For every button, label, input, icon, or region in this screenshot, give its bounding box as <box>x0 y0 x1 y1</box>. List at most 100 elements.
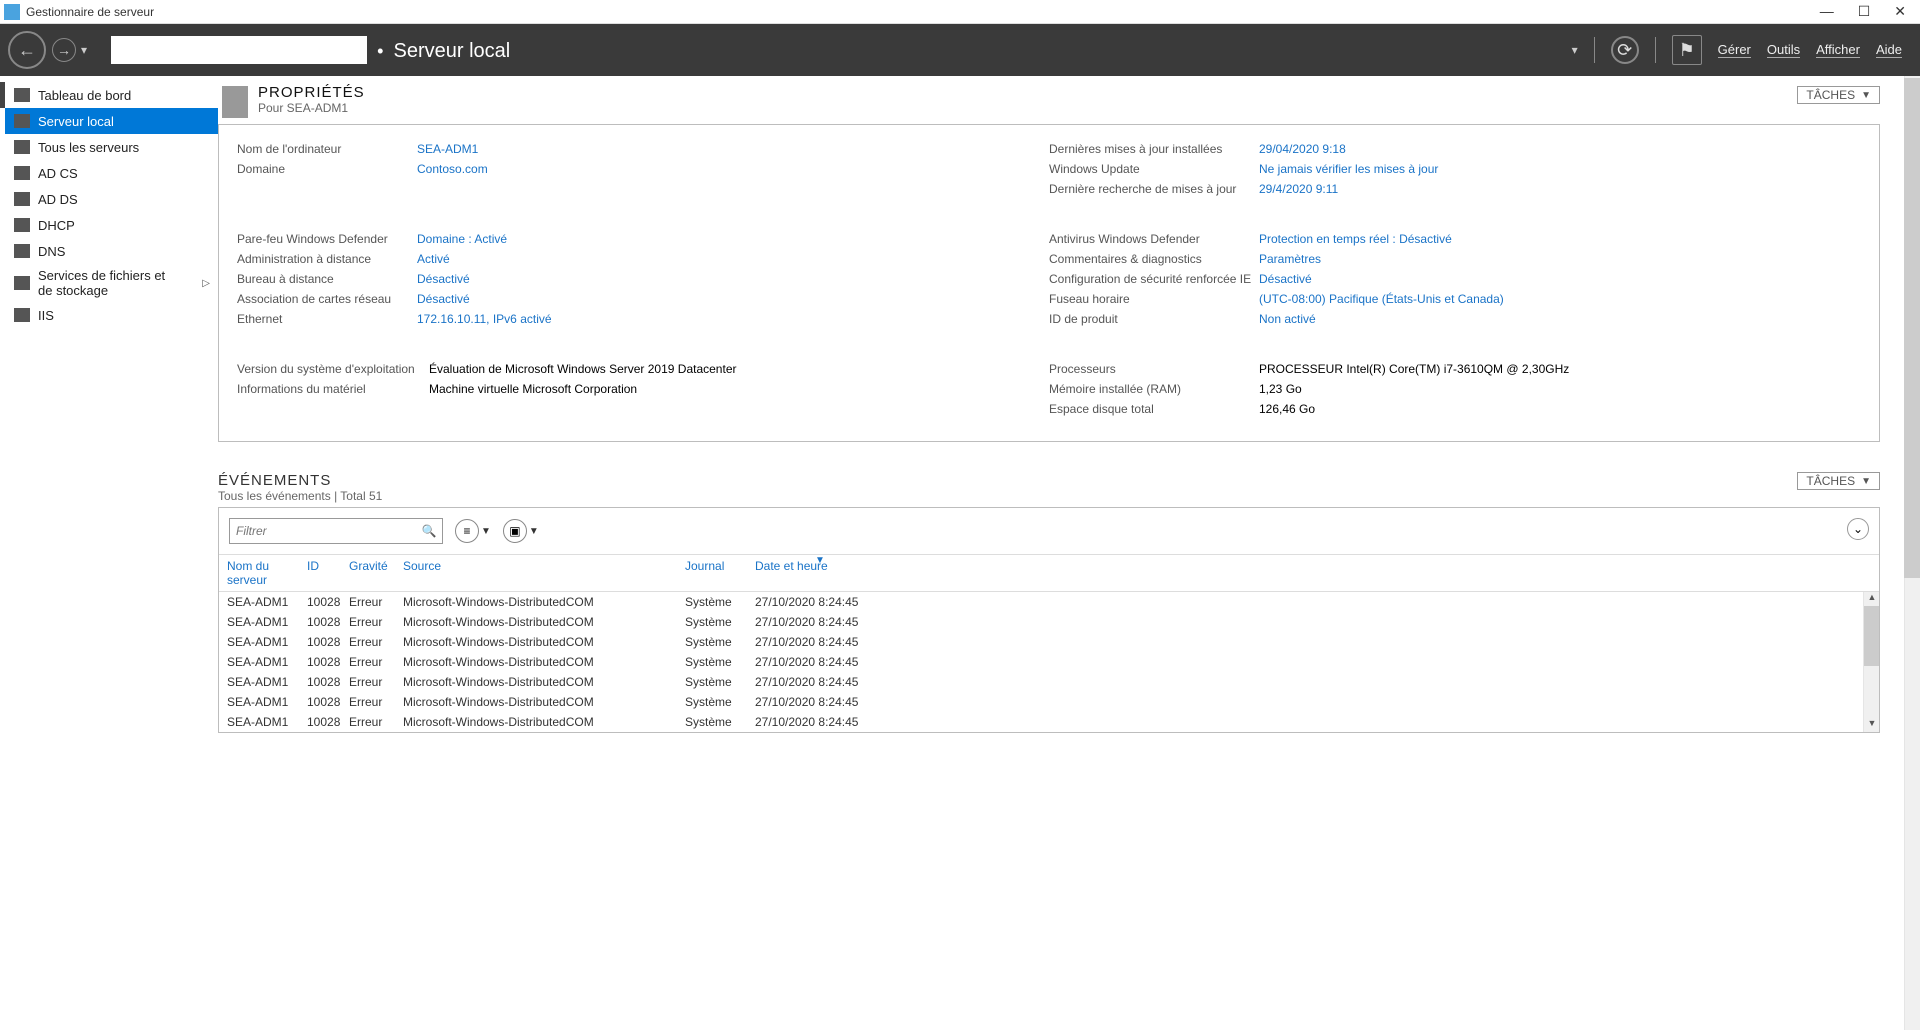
scroll-thumb[interactable] <box>1904 78 1920 578</box>
col-journal[interactable]: Journal <box>685 559 755 587</box>
property-key: Domaine <box>237 162 417 176</box>
property-value[interactable]: Désactivé <box>1259 272 1312 286</box>
table-row[interactable]: SEA-ADM110028ErreurMicrosoft-Windows-Dis… <box>219 612 1879 632</box>
sort-indicator-icon: ▼ <box>815 555 825 566</box>
list-view-button[interactable]: ≡▼ <box>455 519 491 543</box>
filter-input[interactable] <box>230 524 416 538</box>
chevron-down-icon: ▼ <box>1861 476 1871 487</box>
property-value[interactable]: Contoso.com <box>417 162 488 176</box>
sidebar-item-dashboard[interactable]: Tableau de bord <box>0 82 218 108</box>
menu-aide[interactable]: Aide <box>1876 42 1902 58</box>
menu-outils[interactable]: Outils <box>1767 42 1800 58</box>
table-row[interactable]: SEA-ADM110028ErreurMicrosoft-Windows-Dis… <box>219 592 1879 612</box>
table-row[interactable]: SEA-ADM110028ErreurMicrosoft-Windows-Dis… <box>219 652 1879 672</box>
role-icon <box>14 192 30 206</box>
cell: Microsoft-Windows-DistributedCOM <box>403 635 685 649</box>
cell: Erreur <box>349 595 403 609</box>
scroll-up-icon[interactable]: ▲ <box>1864 592 1879 606</box>
sidebar-item-label: Serveur local <box>38 114 114 129</box>
main-scrollbar[interactable] <box>1904 76 1920 1030</box>
property-key: Informations du matériel <box>237 382 429 396</box>
cell: Système <box>685 655 755 669</box>
cell: 27/10/2020 8:24:45 <box>755 615 885 629</box>
property-key: Dernière recherche de mises à jour <box>1049 182 1259 196</box>
filter-box[interactable]: 🔍 <box>229 518 443 544</box>
properties-tasks-button[interactable]: TÂCHES▼ <box>1797 86 1880 104</box>
cell: 27/10/2020 8:24:45 <box>755 655 885 669</box>
dropdown-icon[interactable]: ▾ <box>81 43 87 57</box>
minimize-button[interactable]: — <box>1820 3 1834 20</box>
col-server-name[interactable]: Nom du serveur <box>227 559 307 587</box>
property-value[interactable]: 172.16.10.11, IPv6 activé <box>417 312 552 326</box>
cell: SEA-ADM1 <box>227 675 307 689</box>
close-button[interactable]: ✕ <box>1894 3 1906 20</box>
search-icon[interactable]: 🔍 <box>416 524 442 538</box>
cell: Système <box>685 675 755 689</box>
role-icon <box>14 308 30 322</box>
role-icon <box>14 244 30 258</box>
col-source[interactable]: Source <box>403 559 685 587</box>
grid-body: SEA-ADM110028ErreurMicrosoft-Windows-Dis… <box>219 592 1879 732</box>
sidebar-item-local-server[interactable]: Serveur local <box>0 108 218 134</box>
back-button[interactable]: ← <box>8 31 46 69</box>
forward-button[interactable]: → <box>52 38 76 62</box>
property-value[interactable]: 29/4/2020 9:11 <box>1259 182 1338 196</box>
property-value[interactable]: (UTC-08:00) Pacifique (États-Unis et Can… <box>1259 292 1504 306</box>
grid-scrollbar[interactable]: ▲ ▼ <box>1863 592 1879 732</box>
table-row[interactable]: SEA-ADM110028ErreurMicrosoft-Windows-Dis… <box>219 672 1879 692</box>
property-value[interactable]: Désactivé <box>417 272 470 286</box>
chevron-down-icon: ▼ <box>529 526 539 537</box>
cell: 27/10/2020 8:24:45 <box>755 635 885 649</box>
cell: SEA-ADM1 <box>227 595 307 609</box>
sidebar-item-adds[interactable]: AD DS <box>0 186 218 212</box>
col-gravity[interactable]: Gravité <box>349 559 403 587</box>
scroll-thumb[interactable] <box>1864 606 1879 666</box>
cell: 10028 <box>307 595 349 609</box>
property-value[interactable]: SEA-ADM1 <box>417 142 478 156</box>
menu-gerer[interactable]: Gérer <box>1718 42 1751 58</box>
table-row[interactable]: SEA-ADM110028ErreurMicrosoft-Windows-Dis… <box>219 692 1879 712</box>
scroll-down-icon[interactable]: ▼ <box>1864 718 1879 732</box>
maximize-button[interactable]: ☐ <box>1858 3 1871 20</box>
property-key: Ethernet <box>237 312 417 326</box>
property-value[interactable]: Ne jamais vérifier les mises à jour <box>1259 162 1438 176</box>
table-row[interactable]: SEA-ADM110028ErreurMicrosoft-Windows-Dis… <box>219 712 1879 732</box>
save-query-button[interactable]: ▣▼ <box>503 519 539 543</box>
property-key: Association de cartes réseau <box>237 292 417 306</box>
breadcrumb-main[interactable]: Gestionnaire de serveur <box>111 36 367 64</box>
cell: Erreur <box>349 695 403 709</box>
property-value[interactable]: Domaine : Activé <box>417 232 507 246</box>
property-value[interactable]: Protection en temps réel : Désactivé <box>1259 232 1452 246</box>
property-value[interactable]: Paramètres <box>1259 252 1321 266</box>
property-value[interactable]: Désactivé <box>417 292 470 306</box>
refresh-icon[interactable]: ⟳ <box>1611 36 1639 64</box>
sidebar-item-dns[interactable]: DNS <box>0 238 218 264</box>
cell: 27/10/2020 8:24:45 <box>755 715 885 729</box>
cell: Erreur <box>349 655 403 669</box>
property-value[interactable]: 29/04/2020 9:18 <box>1259 142 1346 156</box>
cell: 10028 <box>307 615 349 629</box>
menu-afficher[interactable]: Afficher <box>1816 42 1860 58</box>
notifications-flag-icon[interactable]: ⚑ <box>1672 35 1702 65</box>
cell: SEA-ADM1 <box>227 715 307 729</box>
sidebar-item-file-storage[interactable]: Services de fichiers et de stockage▷ <box>0 264 218 302</box>
server-icon <box>14 114 30 128</box>
sidebar-item-iis[interactable]: IIS <box>0 302 218 328</box>
window-controls: — ☐ ✕ <box>1820 3 1916 20</box>
cell: 10028 <box>307 675 349 689</box>
property-value[interactable]: Non activé <box>1259 312 1316 326</box>
events-tasks-button[interactable]: TÂCHES▼ <box>1797 472 1880 490</box>
property-value[interactable]: Activé <box>417 252 450 266</box>
expand-button[interactable]: ⌄ <box>1847 518 1869 540</box>
sidebar-item-adcs[interactable]: AD CS <box>0 160 218 186</box>
sidebar-item-all-servers[interactable]: Tous les serveurs <box>0 134 218 160</box>
ribbon-dropdown-icon[interactable]: ▾ <box>1572 43 1578 57</box>
col-datetime[interactable]: ▼Date et heure <box>755 559 885 587</box>
col-id[interactable]: ID <box>307 559 349 587</box>
tasks-label: TÂCHES <box>1806 88 1855 102</box>
property-key: Bureau à distance <box>237 272 417 286</box>
sidebar-item-dhcp[interactable]: DHCP <box>0 212 218 238</box>
table-row[interactable]: SEA-ADM110028ErreurMicrosoft-Windows-Dis… <box>219 632 1879 652</box>
property-value: Évaluation de Microsoft Windows Server 2… <box>429 362 736 376</box>
properties-panel: Nom de l'ordinateurSEA-ADM1DomaineContos… <box>218 124 1880 442</box>
